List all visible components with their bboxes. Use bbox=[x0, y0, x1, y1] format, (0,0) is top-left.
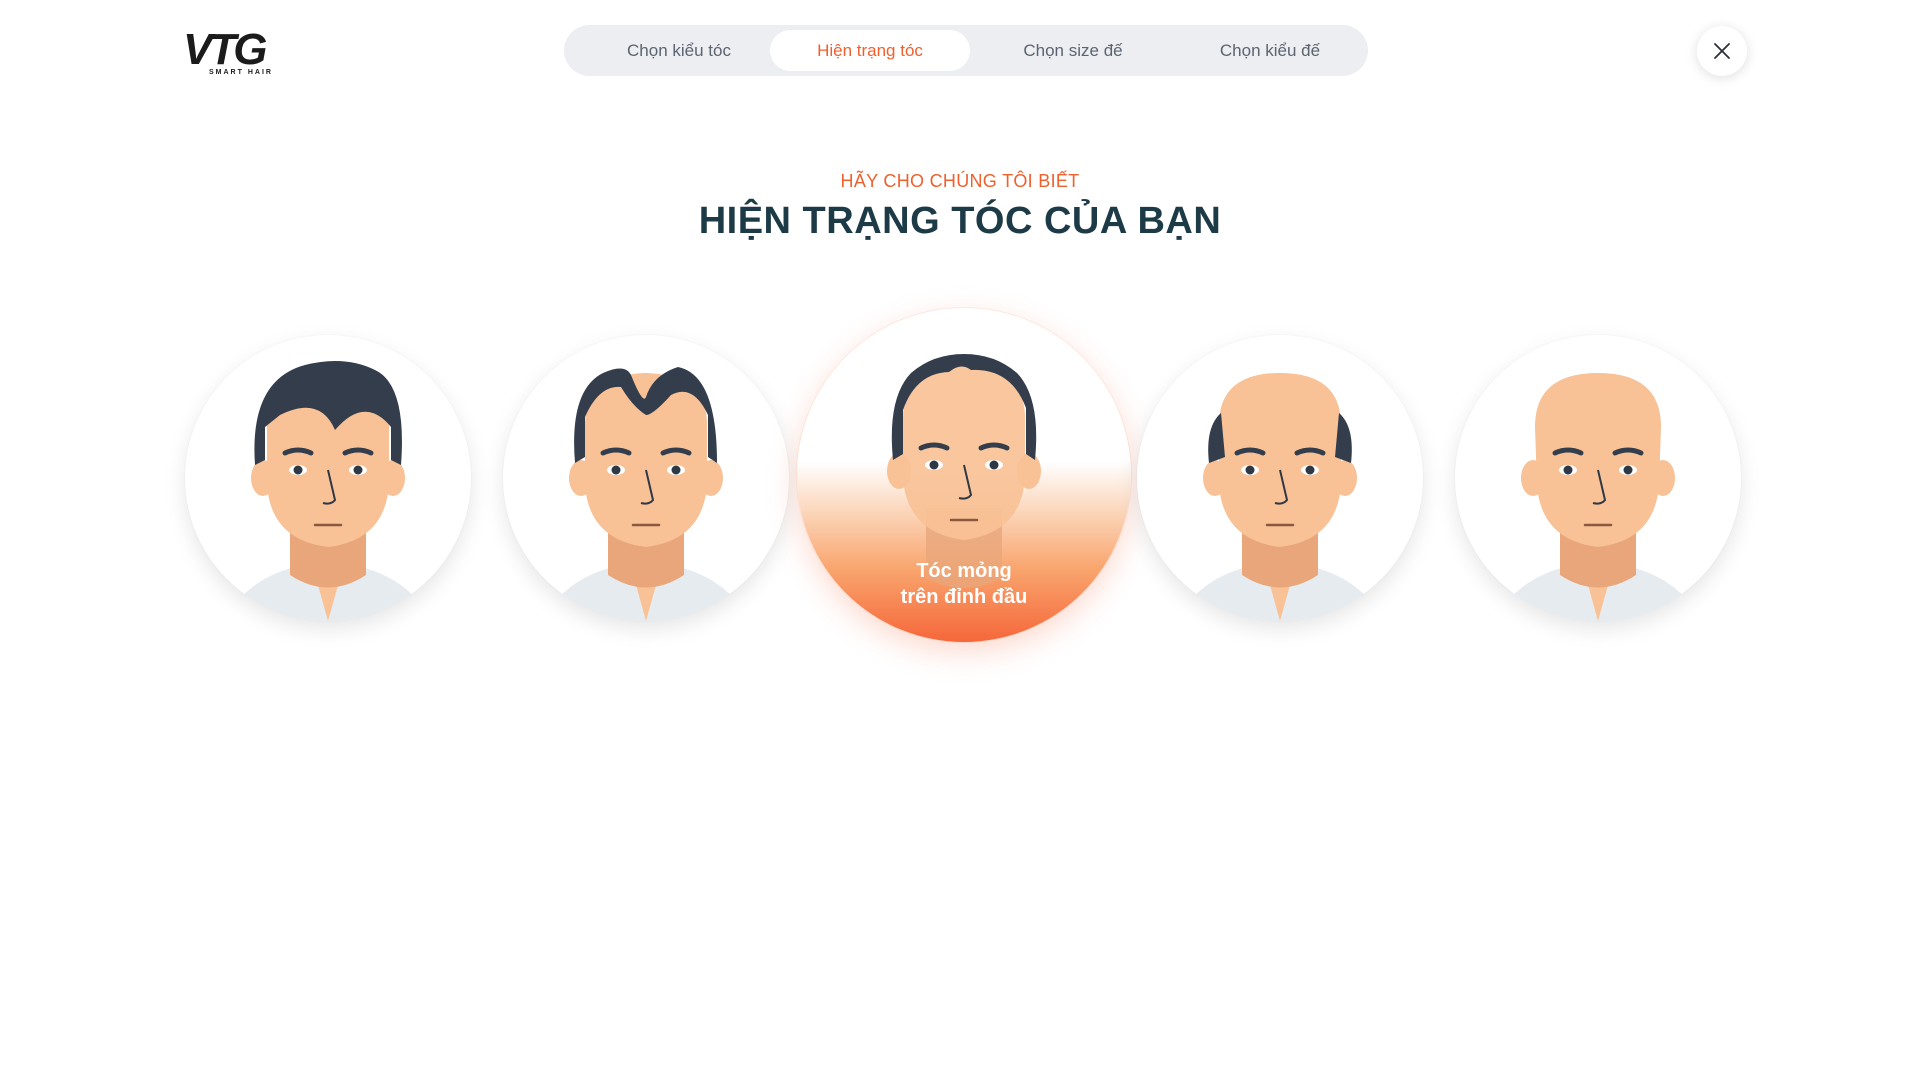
brand-logo[interactable]: VTG SMART HAIR bbox=[183, 26, 305, 76]
fully-bald-face-icon bbox=[1495, 373, 1701, 621]
hair-option-full[interactable] bbox=[185, 335, 471, 621]
balding-top-face-icon bbox=[1177, 373, 1383, 621]
hair-option-fully-bald[interactable] bbox=[1455, 335, 1741, 621]
tab-hair-status[interactable]: Hiện trạng tóc bbox=[770, 30, 970, 71]
hair-option-receding[interactable] bbox=[503, 335, 789, 621]
svg-text:VTG: VTG bbox=[183, 26, 266, 74]
hair-option-balding-top[interactable] bbox=[1137, 335, 1423, 621]
section-subtitle: HÃY CHO CHÚNG TÔI BIẾT bbox=[840, 171, 1080, 191]
hair-status-page: VTG SMART HAIR Chọn kiểu tóc Hiện trạng … bbox=[0, 0, 1920, 1080]
tab-choose-base-type[interactable]: Chọn kiểu đế bbox=[1170, 30, 1370, 71]
selected-option-label: Tóc mỏng trên đỉnh đầu bbox=[900, 560, 1028, 608]
page-title: HIỆN TRẠNG TÓC CỦA BẠN bbox=[698, 200, 1222, 242]
hair-option-thinning-crown[interactable]: Tóc mỏng trên đỉnh đầu bbox=[797, 308, 1131, 642]
step-navigation: Chọn kiểu tóc Hiện trạng tóc Chọn size đ… bbox=[564, 25, 1368, 76]
close-icon bbox=[1714, 43, 1730, 59]
tab-choose-base-size[interactable]: Chọn size đế bbox=[973, 30, 1173, 71]
svg-text:SMART HAIR: SMART HAIR bbox=[209, 69, 273, 76]
tab-choose-hairstyle[interactable]: Chọn kiểu tóc bbox=[579, 30, 779, 71]
receding-hairline-face-icon bbox=[543, 367, 749, 621]
close-button[interactable] bbox=[1697, 26, 1747, 76]
full-hair-face-icon bbox=[225, 361, 431, 621]
